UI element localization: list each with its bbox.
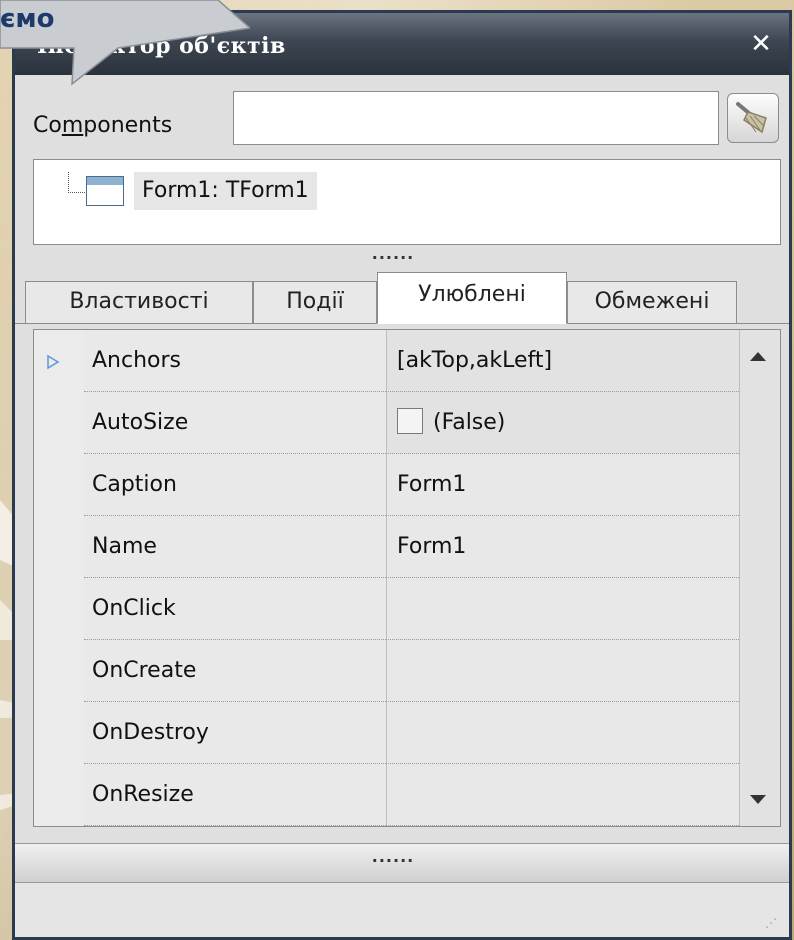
autosize-checkbox[interactable] [397,408,423,434]
property-name: Caption [84,454,386,516]
vertical-scrollbar[interactable] [739,330,780,826]
selected-row-arrow-icon [47,354,60,370]
title-bar[interactable]: Інспектор об'єктів ✕ [15,13,789,75]
tab-properties[interactable]: Властивості [25,281,253,323]
close-button[interactable]: ✕ [747,31,775,57]
row-marker [34,330,85,392]
form-icon [86,176,124,206]
resize-grip-icon[interactable]: ⋰ [765,917,781,935]
row-marker [34,640,85,702]
property-value[interactable]: Form1 [386,454,741,516]
row-marker [34,578,85,640]
components-label: Components [33,113,173,138]
inspector-tabs: Властивості Події Улюблені Обмежені [15,271,789,324]
tab-events[interactable]: Події [253,281,377,323]
clear-filter-button[interactable] [727,93,779,143]
splitter-grip-bottom[interactable]: ...... [361,849,425,865]
components-filter-input[interactable] [233,91,719,145]
row-marker [34,392,85,454]
property-name: OnClick [84,578,386,640]
scroll-down-arrow-icon[interactable] [750,795,766,804]
property-row-ondestroy[interactable]: OnDestroy [34,702,780,764]
property-row-caption[interactable]: Caption Form1 [34,454,780,516]
property-name: Anchors [84,330,386,392]
property-value[interactable] [386,702,741,764]
splitter-grip-top[interactable]: ...... [361,246,425,262]
row-marker [34,454,85,516]
property-row-autosize[interactable]: AutoSize (False) [34,392,780,454]
row-marker [34,516,85,578]
property-value[interactable] [386,578,741,640]
property-value[interactable]: Form1 [386,516,741,578]
property-grid: Anchors [akTop,akLeft] AutoSize (False) … [33,329,781,827]
object-inspector-window: Інспектор об'єктів ✕ Components Form1: T… [12,10,792,940]
property-value[interactable] [386,764,741,826]
property-row-oncreate[interactable]: OnCreate [34,640,780,702]
property-value[interactable]: [akTop,akLeft] [386,330,741,392]
tree-node-form1[interactable]: Form1: TForm1 [134,172,317,210]
info-panel: ⋰ [15,883,789,937]
tab-favorites[interactable]: Улюблені [377,272,567,324]
property-row-name[interactable]: Name Form1 [34,516,780,578]
autosize-value-text: (False) [433,410,506,435]
property-name: OnCreate [84,640,386,702]
components-row: Components [15,85,789,145]
row-marker [34,702,85,764]
info-splitter-bar[interactable]: ...... [15,843,789,883]
property-name: AutoSize [84,392,386,454]
property-row-anchors[interactable]: Anchors [akTop,akLeft] [34,330,780,392]
property-value[interactable]: (False) [386,392,741,454]
callout-text: ємо [0,4,55,34]
scroll-up-arrow-icon[interactable] [750,352,766,361]
property-row-onclick[interactable]: OnClick [34,578,780,640]
property-name: OnResize [84,764,386,826]
broom-icon [736,102,767,134]
property-value[interactable] [386,640,741,702]
component-tree: Form1: TForm1 [33,159,781,245]
tree-connector-line [68,172,85,193]
window-title: Інспектор об'єктів [37,33,286,59]
property-name: Name [84,516,386,578]
property-row-onresize[interactable]: OnResize [34,764,780,826]
property-name: OnDestroy [84,702,386,764]
row-marker [34,764,85,826]
tab-restricted[interactable]: Обмежені [567,281,737,323]
